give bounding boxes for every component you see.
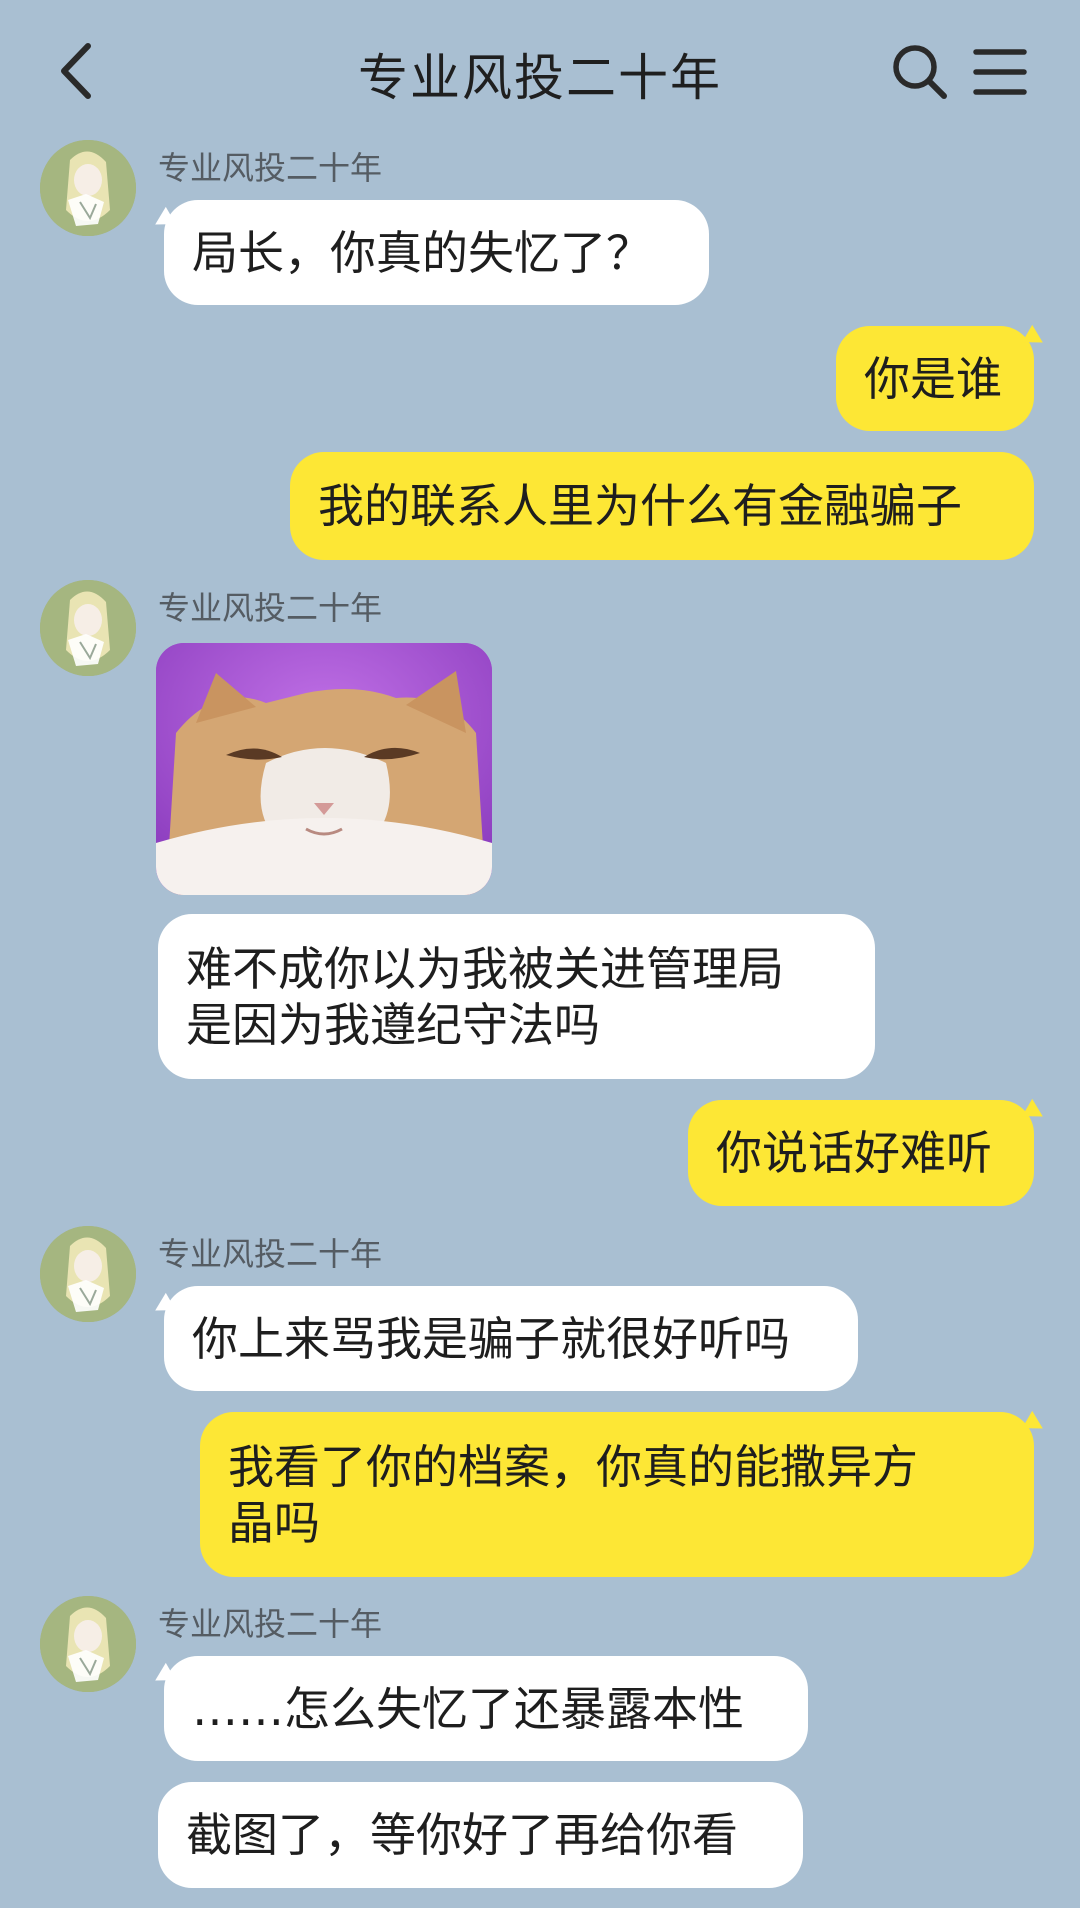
- cat-image-icon: [156, 643, 492, 895]
- anime-girl-avatar-icon: [40, 1596, 136, 1692]
- contact-avatar[interactable]: [40, 1226, 136, 1322]
- message-bubble-outgoing[interactable]: 我看了你的档案，你真的能撒异方 晶吗: [200, 1412, 1034, 1577]
- message-bubble-incoming[interactable]: 截图了，等你好了再给你看: [158, 1782, 803, 1888]
- message-text-block: 我看了你的档案，你真的能撒异方 晶吗: [228, 1439, 918, 1551]
- message-text-block: 难不成你以为我被关进管理局 是因为我遵纪守法吗: [186, 941, 784, 1053]
- contact-avatar[interactable]: [40, 1596, 136, 1692]
- menu-icon: [973, 49, 1027, 95]
- message-text: 你上来骂我是骗子就很好听吗: [192, 1311, 790, 1366]
- anime-girl-avatar-icon: [40, 140, 136, 236]
- message-text: 你说话好难听: [716, 1126, 992, 1180]
- message-bubble-incoming[interactable]: 难不成你以为我被关进管理局 是因为我遵纪守法吗: [158, 914, 875, 1079]
- search-button[interactable]: [890, 42, 950, 102]
- message-text: 截图了，等你好了再给你看: [186, 1808, 738, 1862]
- message-bubble-incoming[interactable]: 局长，你真的失忆了？: [164, 200, 709, 305]
- message-text-line: 是因为我遵纪守法吗: [186, 997, 600, 1052]
- message-text: 局长，你真的失忆了？: [192, 225, 652, 280]
- message-text: 你是谁: [864, 351, 1002, 406]
- top-bar: 专业风投二十年: [0, 0, 1080, 140]
- search-icon: [893, 45, 947, 99]
- message-text-line: 难不成你以为我被关进管理局: [186, 941, 784, 996]
- sender-name: 专业风投二十年: [158, 589, 383, 627]
- message-text: 我的联系人里为什么有金融骗子: [318, 479, 962, 533]
- message-bubble-outgoing[interactable]: 我的联系人里为什么有金融骗子: [290, 452, 1034, 560]
- contact-avatar[interactable]: [40, 140, 136, 236]
- message-bubble-outgoing[interactable]: 你说话好难听: [688, 1100, 1034, 1206]
- message-text-line: 我看了你的档案，你真的能撒异方: [228, 1439, 918, 1494]
- anime-girl-avatar-icon: [40, 580, 136, 676]
- sender-name: 专业风投二十年: [158, 1235, 383, 1273]
- message-bubble-outgoing[interactable]: 你是谁: [836, 326, 1034, 431]
- message-text-line: 晶吗: [228, 1495, 320, 1550]
- sender-name: 专业风投二十年: [158, 1605, 383, 1643]
- message-bubble-incoming[interactable]: 你上来骂我是骗子就很好听吗: [164, 1286, 858, 1391]
- anime-girl-avatar-icon: [40, 1226, 136, 1322]
- sender-name: 专业风投二十年: [158, 149, 383, 187]
- contact-avatar[interactable]: [40, 580, 136, 676]
- menu-button[interactable]: [972, 44, 1028, 100]
- message-bubble-incoming[interactable]: ……怎么失忆了还暴露本性: [164, 1656, 808, 1761]
- smug-cat-sticker[interactable]: [156, 643, 492, 895]
- message-text: ……怎么失忆了还暴露本性: [192, 1681, 744, 1736]
